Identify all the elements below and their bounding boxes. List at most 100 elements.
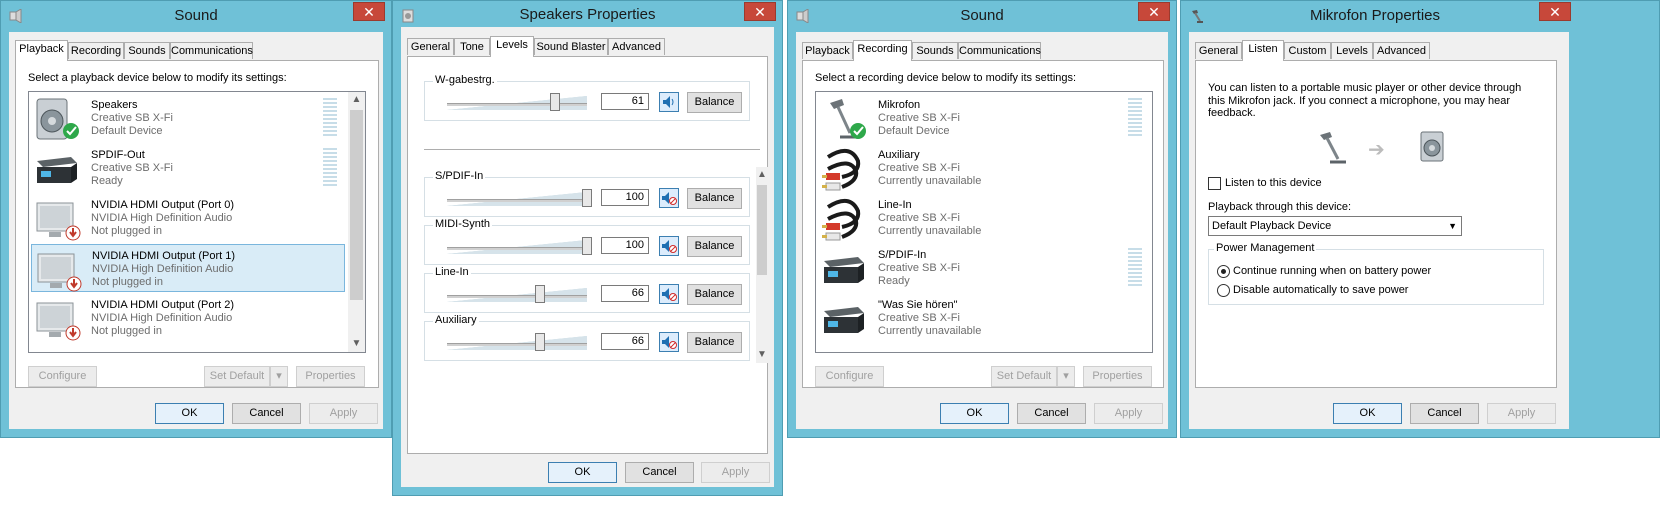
configure-button[interactable]: Configure <box>28 366 97 387</box>
list-item[interactable]: Speakers Creative SB X-Fi Default Device <box>31 94 345 142</box>
scroll-down-arrow[interactable]: ▼ <box>756 347 768 363</box>
playback-device-list[interactable]: Speakers Creative SB X-Fi Default Device … <box>28 91 366 353</box>
volume-value[interactable]: 100 <box>601 189 649 206</box>
listen-checkbox[interactable] <box>1208 177 1221 190</box>
tab-general[interactable]: General <box>407 38 454 55</box>
configure-button[interactable]: Configure <box>815 366 884 387</box>
scroll-up-arrow[interactable]: ▲ <box>348 92 365 108</box>
tab-recording[interactable]: Recording <box>853 40 912 61</box>
set-default-button[interactable]: Set Default <box>204 366 270 387</box>
tab-communications[interactable]: Communications <box>958 42 1041 59</box>
properties-button[interactable]: Properties <box>1083 366 1152 387</box>
mute-toggle-button[interactable] <box>659 92 679 112</box>
mute-toggle-button[interactable] <box>659 332 679 352</box>
tab-playback[interactable]: Playback <box>802 42 853 59</box>
listen-checkbox-label[interactable]: Listen to this device <box>1225 177 1322 189</box>
tab-recording[interactable]: Recording <box>68 42 124 59</box>
balance-button[interactable]: Balance <box>687 284 742 305</box>
close-button[interactable]: ✕ <box>353 2 385 21</box>
slider-thumb[interactable] <box>535 285 545 303</box>
channel-volume-slider[interactable] <box>447 285 587 303</box>
set-default-dropdown[interactable]: ▾ <box>270 366 288 387</box>
title-bar[interactable]: Sound ✕ <box>1 1 391 31</box>
channel-scrollbar[interactable]: ▲ ▼ <box>756 167 768 363</box>
volume-value[interactable]: 61 <box>601 93 649 110</box>
volume-value[interactable]: 66 <box>601 333 649 350</box>
radio-continue-running[interactable] <box>1217 265 1230 278</box>
playback-device-select[interactable]: Default Playback Device ▼ <box>1208 216 1462 236</box>
device-details: NVIDIA High Definition Audio Not plugged … <box>91 312 232 337</box>
close-button[interactable]: ✕ <box>744 2 776 21</box>
list-item[interactable]: S/PDIF-In Creative SB X-Fi Ready <box>818 244 1150 292</box>
mute-toggle-button[interactable] <box>659 236 679 256</box>
slider-thumb[interactable] <box>550 93 560 111</box>
volume-value[interactable]: 100 <box>601 237 649 254</box>
balance-button[interactable]: Balance <box>687 92 742 113</box>
list-item[interactable]: Mikrofon Creative SB X-Fi Default Device <box>818 94 1150 142</box>
list-item[interactable]: Line-In Creative SB X-Fi Currently unavai… <box>818 194 1150 242</box>
ok-button[interactable]: OK <box>155 403 224 424</box>
tab-general[interactable]: General <box>1195 42 1242 59</box>
tab-sounds[interactable]: Sounds <box>124 42 170 59</box>
balance-button[interactable]: Balance <box>687 332 742 353</box>
tab-advanced[interactable]: Advanced <box>1373 42 1430 59</box>
tab-listen[interactable]: Listen <box>1242 40 1284 61</box>
tab-tone[interactable]: Tone <box>454 38 490 55</box>
ok-button[interactable]: OK <box>940 403 1009 424</box>
cancel-button[interactable]: Cancel <box>625 462 694 483</box>
tab-playback[interactable]: Playback <box>15 40 68 61</box>
apply-button[interactable]: Apply <box>701 462 770 483</box>
cancel-button[interactable]: Cancel <box>1410 403 1479 424</box>
tab-sound-blaster[interactable]: Sound Blaster <box>534 38 608 55</box>
close-button[interactable]: ✕ <box>1138 2 1170 21</box>
list-scrollbar[interactable]: ▲ ▼ <box>348 92 365 352</box>
list-item[interactable]: NVIDIA HDMI Output (Port 0) NVIDIA High … <box>31 194 345 242</box>
title-bar[interactable]: Mikrofon Properties ✕ <box>1181 1 1659 31</box>
set-default-button[interactable]: Set Default <box>991 366 1057 387</box>
cancel-button[interactable]: Cancel <box>1017 403 1086 424</box>
scroll-up-arrow[interactable]: ▲ <box>756 167 768 183</box>
channel-volume-slider[interactable] <box>447 333 587 351</box>
tab-levels[interactable]: Levels <box>490 36 534 57</box>
apply-button[interactable]: Apply <box>1094 403 1163 424</box>
ok-button[interactable]: OK <box>1333 403 1402 424</box>
slider-thumb[interactable] <box>582 189 592 207</box>
apply-button[interactable]: Apply <box>309 403 378 424</box>
radio-disable-automatically[interactable] <box>1217 284 1230 297</box>
close-button[interactable]: ✕ <box>1539 2 1571 21</box>
tab-panel: Select a recording device below to modif… <box>802 60 1164 388</box>
tab-sounds[interactable]: Sounds <box>912 42 958 59</box>
ok-button[interactable]: OK <box>548 462 617 483</box>
list-item-selected[interactable]: NVIDIA HDMI Output (Port 1) NVIDIA High … <box>31 244 345 292</box>
balance-button[interactable]: Balance <box>687 188 742 209</box>
tab-communications[interactable]: Communications <box>170 42 253 59</box>
slider-thumb[interactable] <box>582 237 592 255</box>
list-item[interactable]: SPDIF-Out Creative SB X-Fi Ready <box>31 144 345 192</box>
list-item[interactable]: Auxiliary Creative SB X-Fi Currently unav… <box>818 144 1150 192</box>
tab-levels[interactable]: Levels <box>1331 42 1373 59</box>
scroll-thumb[interactable] <box>757 185 767 275</box>
properties-button[interactable]: Properties <box>296 366 365 387</box>
apply-button[interactable]: Apply <box>1487 403 1556 424</box>
cancel-button[interactable]: Cancel <box>232 403 301 424</box>
channel-volume-slider[interactable] <box>447 237 592 255</box>
tab-custom[interactable]: Custom <box>1284 42 1331 59</box>
title-bar[interactable]: Sound ✕ <box>788 1 1176 31</box>
scroll-thumb[interactable] <box>350 110 363 300</box>
scroll-down-arrow[interactable]: ▼ <box>348 336 365 352</box>
list-item[interactable]: "Was Sie hören" Creative SB X-Fi Currentl… <box>818 294 1150 342</box>
device-driver: NVIDIA High Definition Audio <box>91 212 233 224</box>
balance-button[interactable]: Balance <box>687 236 742 257</box>
mute-toggle-button[interactable] <box>659 188 679 208</box>
list-item[interactable]: NVIDIA HDMI Output (Port 2) NVIDIA High … <box>31 294 345 342</box>
mute-toggle-button[interactable] <box>659 284 679 304</box>
tab-advanced[interactable]: Advanced <box>608 38 665 55</box>
radio-continue-running-label[interactable]: Continue running when on battery power <box>1233 265 1431 277</box>
channel-volume-slider[interactable] <box>447 189 592 207</box>
volume-value[interactable]: 66 <box>601 285 649 302</box>
recording-device-list[interactable]: Mikrofon Creative SB X-Fi Default Device … <box>815 91 1153 353</box>
slider-thumb[interactable] <box>535 333 545 351</box>
radio-disable-automatically-label[interactable]: Disable automatically to save power <box>1233 284 1408 296</box>
set-default-dropdown[interactable]: ▾ <box>1057 366 1075 387</box>
master-volume-slider[interactable] <box>447 93 587 111</box>
